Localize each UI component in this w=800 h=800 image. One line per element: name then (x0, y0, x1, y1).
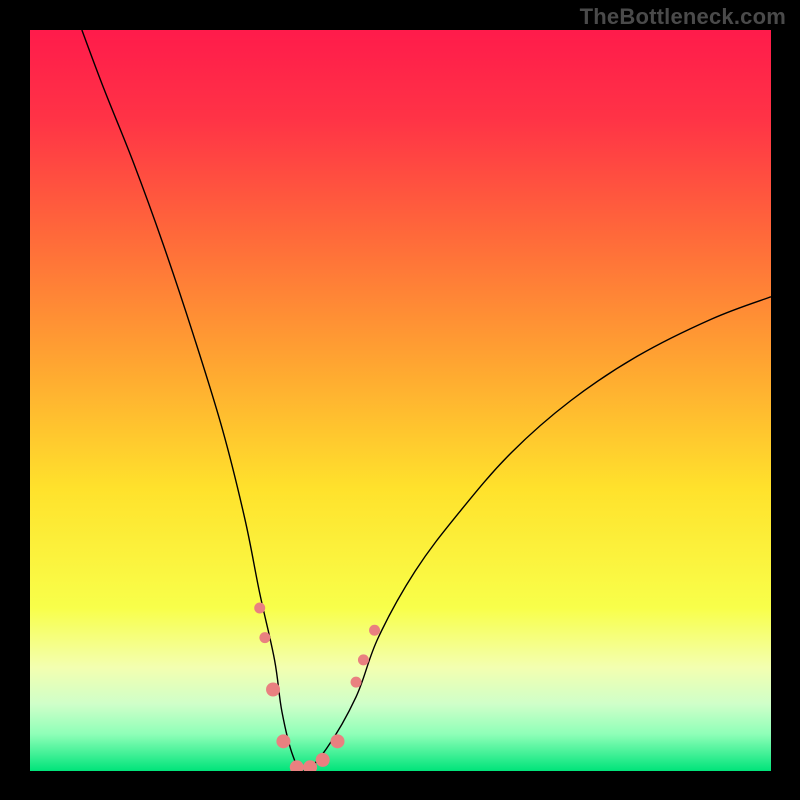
watermark-text: TheBottleneck.com (580, 4, 786, 30)
highlight-point (369, 625, 380, 636)
highlight-point (351, 677, 362, 688)
highlight-point (276, 734, 290, 748)
highlight-point (266, 682, 280, 696)
highlight-markers (254, 602, 380, 771)
highlight-point (303, 760, 317, 771)
chart-frame: TheBottleneck.com (0, 0, 800, 800)
highlight-point (290, 760, 304, 771)
highlight-point (316, 753, 330, 767)
curve-layer (30, 30, 771, 771)
highlight-point (254, 602, 265, 613)
highlight-point (259, 632, 270, 643)
bottleneck-curve (82, 30, 771, 771)
highlight-point (358, 654, 369, 665)
highlight-point (331, 734, 345, 748)
plot-area (30, 30, 771, 771)
